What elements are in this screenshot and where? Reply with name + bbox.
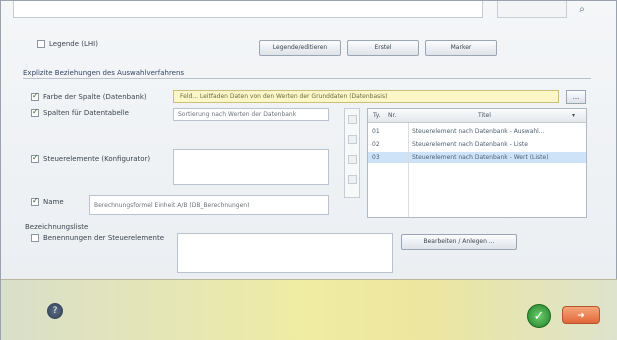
table-cell: Steuerelement nach Datenbank - Wert (Lis… [412,154,549,161]
move-up-icon[interactable] [348,115,357,124]
row2-checkbox[interactable] [31,107,39,117]
top-strip: ⌕ [7,1,607,21]
remove-icon[interactable] [348,175,357,184]
row4-checkbox-row[interactable]: Name [31,196,64,206]
help-icon[interactable]: ? [47,303,63,319]
edit-create-button[interactable]: Bearbeiten / Anlegen ... [401,234,517,250]
row4-field[interactable]: Berechnungsformel Einheit A/B (DB_Berech… [89,195,329,215]
group-title: Explizite Beziehungen des Auswahlverfahr… [23,69,185,77]
row4-checkbox[interactable] [31,196,39,206]
table-cell: 02 [372,141,380,148]
table-row[interactable]: 02 Steuerelement nach Datenbank - Liste [368,139,586,150]
footer-band [1,279,617,340]
table-row[interactable]: 01 Steuerelement nach Datenbank - Auswah… [368,126,586,137]
row5-group-label: Bezeichnungsliste [25,223,89,231]
checkmark-icon[interactable]: ✓ [527,304,551,328]
add-icon[interactable] [348,155,357,164]
table-header-col2[interactable]: Nr. [388,112,396,119]
create-button[interactable]: Erstel [347,40,419,56]
table-row-selected[interactable]: 03 Steuerelement nach Datenbank - Wert (… [368,152,586,163]
legend-checkbox[interactable] [37,40,45,48]
top-input-field[interactable] [13,1,483,18]
dialog-window: ⌕ Legende (LHI) Legende/editieren Erstel… [0,0,617,340]
row4-label: Name [43,198,64,206]
row3-checkbox[interactable] [31,153,39,163]
column-divider [408,123,409,217]
vertical-tool-strip [344,108,360,198]
row3-checkbox-row[interactable]: Steuerelemente (Konfigurator) [31,153,151,163]
table-cell: Steuerelement nach Datenbank - Liste [412,141,528,148]
row1-checkbox-row[interactable]: Farbe der Spalte (Datenbank) [31,91,147,101]
marker-button[interactable]: Marker [425,40,497,56]
row1-browse-button[interactable]: ... [566,90,586,104]
table-cell: 03 [372,154,380,161]
arrow-right-icon[interactable]: ➜ [562,306,600,324]
row3-field[interactable] [173,149,329,185]
row2-field[interactable]: Sortierung nach Werten der Datenbank [173,108,329,121]
row1-field[interactable]: Feld... Leitfaden Daten von den Werten d… [173,90,559,103]
table-cell: 01 [372,128,380,135]
row5-textarea[interactable] [177,233,393,273]
move-down-icon[interactable] [348,135,357,144]
item-table[interactable]: Ty. Nr. Titel ▾ 01 Steuerelement nach Da… [367,108,587,218]
search-icon[interactable]: ⌕ [575,4,589,16]
table-cell: Steuerelement nach Datenbank - Auswahl..… [412,128,545,135]
row1-checkbox[interactable] [31,91,39,101]
row1-label: Farbe der Spalte (Datenbank) [43,93,147,101]
row2-label: Spalten für Datentabelle [43,109,129,117]
row5-checkbox[interactable] [31,234,39,242]
legend-edit-button[interactable]: Legende/editieren [259,40,341,56]
row5-label: Benennungen der Steuerelemente [43,234,164,242]
group-divider [23,78,591,79]
row5-checkbox-row[interactable]: Benennungen der Steuerelemente [31,234,164,242]
row2-checkbox-row[interactable]: Spalten für Datentabelle [31,107,129,117]
legend-checkbox-row[interactable]: Legende (LHI) [37,40,98,48]
table-header: Ty. Nr. Titel ▾ [368,109,586,123]
table-header-col1[interactable]: Ty. [373,112,380,119]
legend-label: Legende (LHI) [49,40,98,48]
chevron-down-icon[interactable]: ▾ [572,112,575,119]
row3-label: Steuerelemente (Konfigurator) [43,155,151,163]
table-header-col3[interactable]: Titel [478,112,491,119]
top-combo[interactable] [497,1,567,18]
